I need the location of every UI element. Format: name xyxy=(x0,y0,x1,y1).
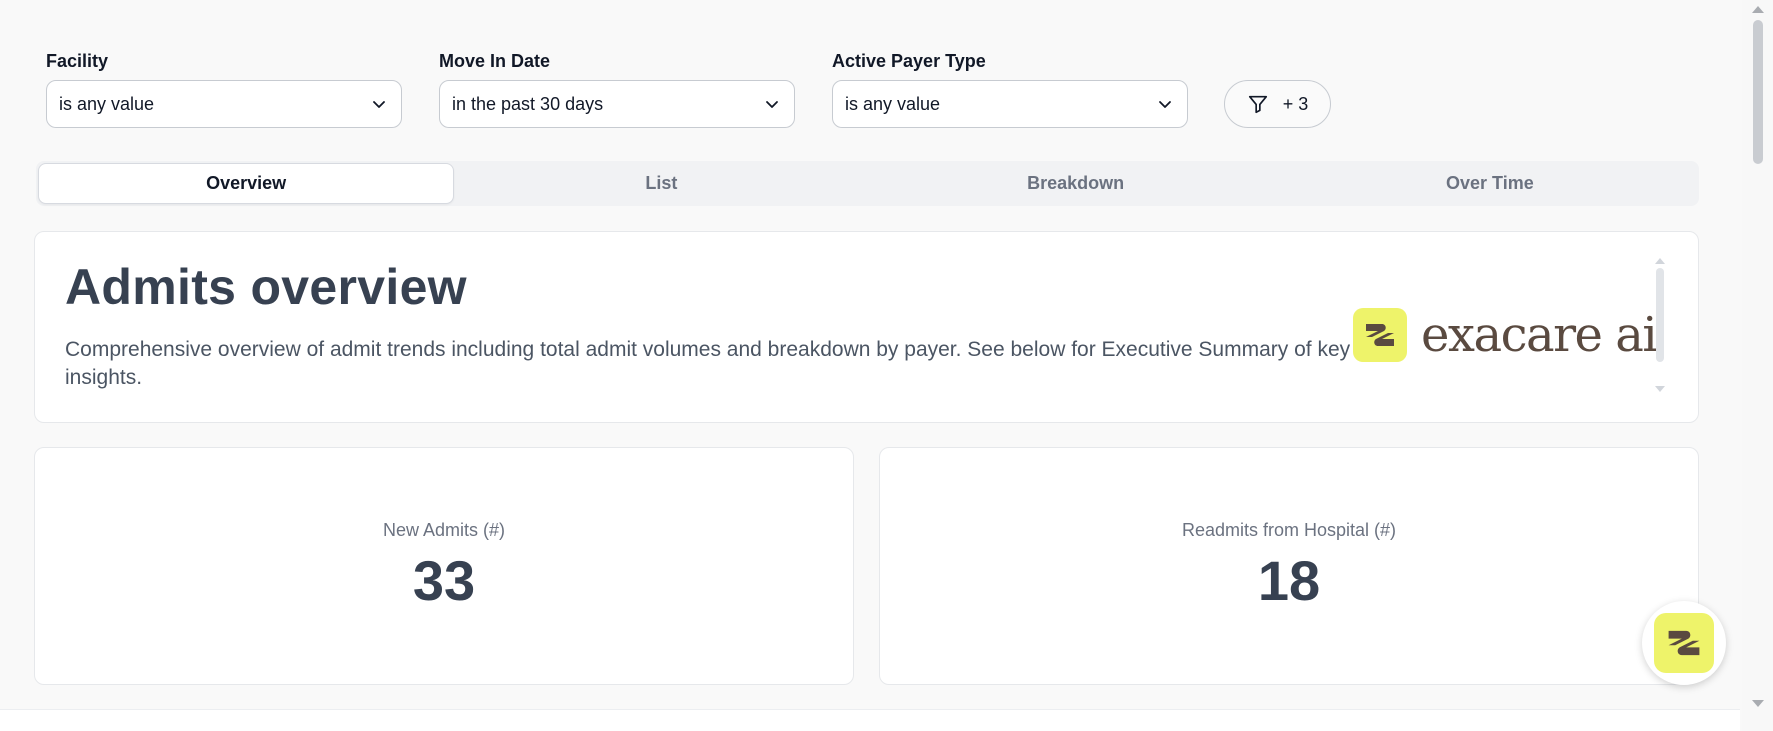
kpi-card-readmits: Readmits from Hospital (#) 18 xyxy=(879,447,1699,685)
kpi-label: Readmits from Hospital (#) xyxy=(1181,520,1397,540)
facility-select[interactable]: is any value xyxy=(46,80,402,128)
move-in-date-select[interactable]: in the past 30 days xyxy=(439,80,795,128)
logo-mark-icon xyxy=(1366,324,1394,346)
active-payer-type-filter-label: Active Payer Type xyxy=(832,51,986,71)
kpi-value: 18 xyxy=(1257,549,1321,612)
scroll-up-icon[interactable] xyxy=(1752,6,1764,13)
active-payer-type-filter: Active Payer Type is any value xyxy=(832,50,1188,128)
filter-icon xyxy=(1248,95,1267,114)
scroll-down-icon xyxy=(1655,386,1665,392)
view-tabs: Overview List Breakdown Over Time xyxy=(36,161,1699,206)
brand-name: exacare ai xyxy=(1421,307,1658,363)
logo-mark-icon xyxy=(1668,630,1700,656)
scroll-down-icon[interactable] xyxy=(1752,700,1764,707)
page-scrollbar[interactable] xyxy=(1742,0,1773,731)
move-in-date-select-value: in the past 30 days xyxy=(452,93,604,114)
brand-logo: exacare ai xyxy=(1353,307,1658,363)
active-payer-type-select[interactable]: is any value xyxy=(832,80,1188,128)
kpi-card-new-admits: New Admits (#) 33 xyxy=(34,447,854,685)
more-filters-count: + 3 xyxy=(1282,93,1309,114)
tab-overview[interactable]: Overview xyxy=(38,163,455,204)
tab-over-time[interactable]: Over Time xyxy=(1283,163,1697,204)
tab-breakdown[interactable]: Breakdown xyxy=(869,163,1283,204)
chevron-down-icon xyxy=(373,101,385,108)
assistant-logo-icon xyxy=(1654,613,1714,673)
move-in-date-filter-label: Move In Date xyxy=(439,51,551,71)
filter-bar: Facility is any value Move In Date in th… xyxy=(46,50,1331,128)
exacare-logo-icon xyxy=(1353,308,1407,362)
move-in-date-filter: Move In Date in the past 30 days xyxy=(439,50,795,128)
facility-filter: Facility is any value xyxy=(46,50,402,128)
more-filters-button[interactable]: + 3 xyxy=(1224,80,1331,128)
overview-card: Admits overview Comprehensive overview o… xyxy=(34,231,1699,423)
facility-select-value: is any value xyxy=(59,93,155,114)
bottom-strip xyxy=(0,709,1740,731)
assistant-button[interactable] xyxy=(1642,601,1726,685)
chevron-down-icon xyxy=(766,101,778,108)
active-payer-type-select-value: is any value xyxy=(845,93,941,114)
card-scrollbar[interactable] xyxy=(1654,258,1666,392)
page-title: Admits overview xyxy=(65,259,467,315)
card-scroll-thumb[interactable] xyxy=(1656,268,1664,362)
kpi-value: 33 xyxy=(412,549,476,612)
chevron-down-icon xyxy=(1159,101,1171,108)
tab-list[interactable]: List xyxy=(454,163,868,204)
overview-description: Comprehensive overview of admit trends i… xyxy=(65,338,1351,389)
kpi-label: New Admits (#) xyxy=(382,520,506,540)
facility-filter-label: Facility xyxy=(46,51,109,71)
page-scroll-thumb[interactable] xyxy=(1753,20,1763,164)
scroll-up-icon xyxy=(1655,258,1665,264)
